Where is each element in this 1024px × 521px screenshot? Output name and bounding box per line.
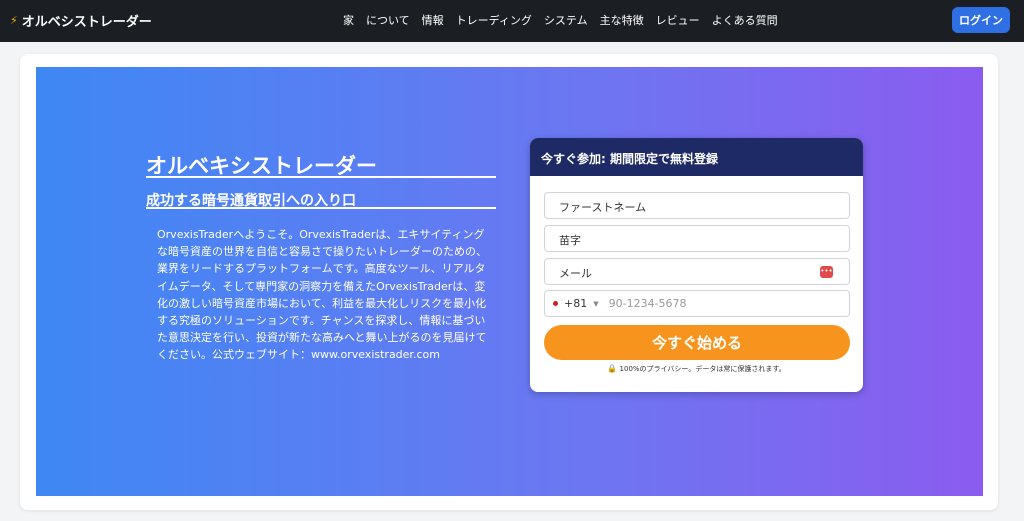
- lock-icon: 🔒: [607, 364, 618, 373]
- privacy-text: 100%のプライバシー。データは常に保護されます。: [619, 365, 786, 373]
- nav-item-info[interactable]: 情報: [422, 12, 444, 28]
- phone-field[interactable]: +81 ▼ 90-1234-5678: [544, 290, 850, 317]
- lightning-icon: ⚡: [10, 14, 18, 27]
- nav-item-faq[interactable]: よくある質問: [712, 12, 778, 28]
- login-button[interactable]: ログイン: [952, 7, 1010, 33]
- start-now-button[interactable]: 今すぐ始める: [544, 325, 850, 360]
- form-heading: 今すぐ参加: 期間限定で無料登録: [530, 138, 863, 176]
- title-divider: [146, 176, 496, 178]
- main-nav: 家 について 情報 トレーディング システム 主な特徴 レビュー よくある質問: [343, 12, 778, 28]
- nav-item-trading[interactable]: トレーディング: [456, 12, 532, 28]
- top-navbar: ⚡ オルベシストレーダー 家 について 情報 トレーディング システム 主な特徴…: [0, 0, 1024, 42]
- password-manager-icon[interactable]: •••: [820, 266, 833, 278]
- brand-logo[interactable]: ⚡ オルベシストレーダー: [10, 11, 152, 30]
- nav-item-home[interactable]: 家: [343, 12, 354, 28]
- japan-flag-icon[interactable]: [553, 301, 558, 306]
- brand-name: オルベシストレーダー: [21, 15, 152, 30]
- email-placeholder: メール: [559, 267, 592, 280]
- signup-form: 今すぐ参加: 期間限定で無料登録 ファーストネーム 苗字 メール ••• +81…: [530, 138, 863, 392]
- nav-item-about[interactable]: について: [366, 12, 410, 28]
- subtitle-divider: [146, 207, 496, 209]
- phone-country-code[interactable]: +81: [564, 297, 587, 310]
- nav-item-features[interactable]: 主な特徴: [600, 12, 644, 28]
- hero-description: OrvexisTraderへようこそ。OrvexisTraderは、エキサイティ…: [157, 228, 487, 362]
- email-field[interactable]: メール •••: [544, 258, 850, 285]
- first-name-placeholder: ファーストネーム: [559, 201, 647, 214]
- phone-placeholder: 90-1234-5678: [608, 297, 687, 310]
- chevron-down-icon[interactable]: ▼: [593, 300, 598, 308]
- first-name-field[interactable]: ファーストネーム: [544, 192, 850, 219]
- privacy-note: 🔒 100%のプライバシー。データは常に保護されます。: [530, 364, 863, 374]
- nav-item-system[interactable]: システム: [544, 12, 588, 28]
- last-name-placeholder: 苗字: [559, 234, 581, 247]
- last-name-field[interactable]: 苗字: [544, 225, 850, 252]
- nav-item-reviews[interactable]: レビュー: [656, 12, 700, 28]
